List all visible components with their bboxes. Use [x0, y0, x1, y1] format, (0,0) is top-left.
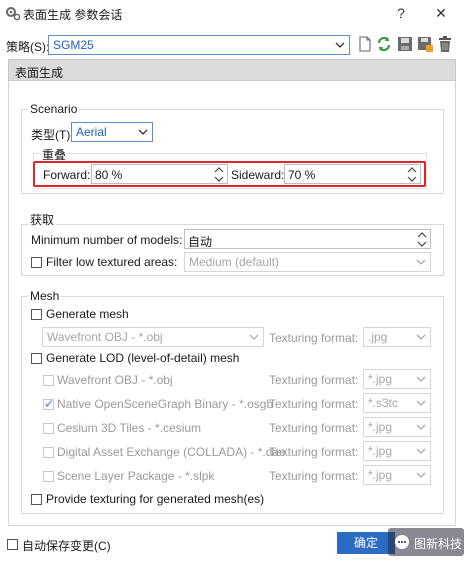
chevron-down-icon: [335, 42, 345, 48]
lod-row-label: Scene Layer Package - *.slpk: [57, 469, 215, 483]
section-header: [8, 59, 456, 81]
ok-button[interactable]: 确定: [337, 532, 395, 554]
lod-texturing-select[interactable]: *.jpg: [363, 417, 431, 437]
chevron-down-icon: [249, 334, 259, 340]
lod-row-checkbox[interactable]: [43, 375, 54, 386]
watermark-text: 图新科技: [414, 537, 463, 551]
type-value: Aerial: [76, 125, 107, 139]
chevron-down-icon: [416, 376, 426, 382]
filter-label: Filter low textured areas:: [46, 255, 178, 269]
spinner-icon[interactable]: [416, 231, 428, 248]
section-title: 表面生成: [15, 66, 64, 80]
trash-icon[interactable]: [436, 35, 454, 53]
lod-row-checkbox[interactable]: [43, 447, 54, 458]
chevron-down-icon: [416, 448, 426, 454]
lod-texturing-select[interactable]: *.jpg: [363, 465, 431, 485]
min-models-label: Minimum number of models:: [31, 233, 183, 247]
window-title: 表面生成 参数会话: [23, 8, 123, 22]
lod-texturing-label: Texturing format:: [269, 397, 359, 411]
mesh-format-value: Wavefront OBJ - *.obj: [47, 330, 163, 344]
lod-texturing-select[interactable]: *.jpg: [363, 369, 431, 389]
close-button[interactable]: ✕: [424, 1, 458, 25]
spinner-icon[interactable]: [406, 166, 418, 183]
sideward-label: Sideward:: [231, 168, 285, 182]
help-button[interactable]: ?: [384, 1, 418, 25]
autosave-checkbox[interactable]: [7, 539, 18, 550]
lod-texturing-value: *.jpg: [368, 372, 393, 386]
scenario-group-label: Scenario: [28, 102, 80, 116]
filter-value: Medium (default): [189, 255, 280, 269]
lod-texturing-value: *.jpg: [368, 468, 393, 482]
filter-select[interactable]: Medium (default): [184, 252, 431, 272]
generate-lod-label: Generate LOD (level-of-detail) mesh: [46, 351, 240, 365]
mesh-format-select[interactable]: Wavefront OBJ - *.obj: [42, 327, 264, 347]
chevron-down-icon: [138, 129, 148, 135]
gears-icon: [6, 7, 21, 21]
lod-row-label: Cesium 3D Tiles - *.cesium: [57, 421, 202, 435]
save-icon[interactable]: [396, 35, 414, 53]
chevron-down-icon: [416, 334, 426, 340]
provide-texturing-label: Provide texturing for generated mesh(es): [46, 492, 265, 506]
generate-mesh-checkbox[interactable]: [31, 309, 42, 320]
forward-input[interactable]: 80 %: [91, 164, 228, 184]
autosave-label: 自动保存变更(C): [22, 539, 111, 553]
lod-texturing-select[interactable]: *.jpg: [363, 441, 431, 461]
checkmark-icon: ✔: [44, 397, 55, 411]
mesh-texturing-select[interactable]: .jpg: [363, 327, 431, 347]
save-as-icon[interactable]: [416, 35, 434, 53]
watermark: 图新科技: [388, 528, 464, 556]
chat-bubble-icon: [395, 535, 409, 549]
chevron-down-icon: [416, 424, 426, 430]
mesh-texturing-value: .jpg: [368, 330, 388, 344]
strategy-select[interactable]: SGM25: [48, 35, 350, 55]
forward-label: Forward:: [43, 168, 91, 182]
acquire-group-label: 获取: [28, 211, 57, 228]
lod-row-checkbox[interactable]: [43, 423, 54, 434]
chevron-down-icon: [416, 472, 426, 478]
strategy-label: 策略(S):: [6, 40, 50, 54]
generate-lod-checkbox[interactable]: [31, 353, 42, 364]
chevron-down-icon: [416, 259, 426, 265]
min-models-value: 自动: [188, 235, 213, 249]
lod-texturing-value: *.jpg: [368, 444, 393, 458]
lod-row-checkbox[interactable]: [43, 471, 54, 482]
refresh-icon[interactable]: [375, 35, 393, 53]
sideward-input[interactable]: 70 %: [284, 164, 421, 184]
forward-value: 80 %: [95, 168, 123, 182]
strategy-value: SGM25: [53, 38, 94, 52]
type-label: 类型(T):: [31, 128, 74, 142]
filter-checkbox[interactable]: [31, 257, 42, 268]
provide-texturing-checkbox[interactable]: [31, 494, 42, 505]
spinner-icon[interactable]: [213, 166, 225, 183]
chevron-down-icon: [416, 400, 426, 406]
lod-texturing-label: Texturing format:: [269, 445, 359, 459]
generate-mesh-label: Generate mesh: [46, 307, 129, 321]
lod-row-label: Digital Asset Exchange (COLLADA) - *.dae: [57, 445, 286, 459]
lod-row-label: Wavefront OBJ - *.obj: [57, 373, 173, 387]
lod-row-label: Native OpenSceneGraph Binary - *.osgb: [57, 397, 274, 411]
new-document-icon[interactable]: [356, 35, 374, 53]
mesh-group-label: Mesh: [28, 289, 62, 303]
type-select[interactable]: Aerial: [71, 122, 153, 142]
lod-texturing-label: Texturing format:: [269, 469, 359, 483]
lod-texturing-label: Texturing format:: [269, 421, 359, 435]
lod-texturing-select[interactable]: *.s3tc: [363, 393, 431, 413]
lod-texturing-label: Texturing format:: [269, 373, 359, 387]
lod-row-checkbox[interactable]: ✔: [43, 397, 55, 411]
sideward-value: 70 %: [288, 168, 316, 182]
min-models-input[interactable]: 自动: [184, 229, 431, 249]
lod-texturing-value: *.jpg: [368, 420, 393, 434]
lod-texturing-value: *.s3tc: [368, 396, 399, 410]
mesh-texturing-label: Texturing format:: [269, 331, 359, 345]
